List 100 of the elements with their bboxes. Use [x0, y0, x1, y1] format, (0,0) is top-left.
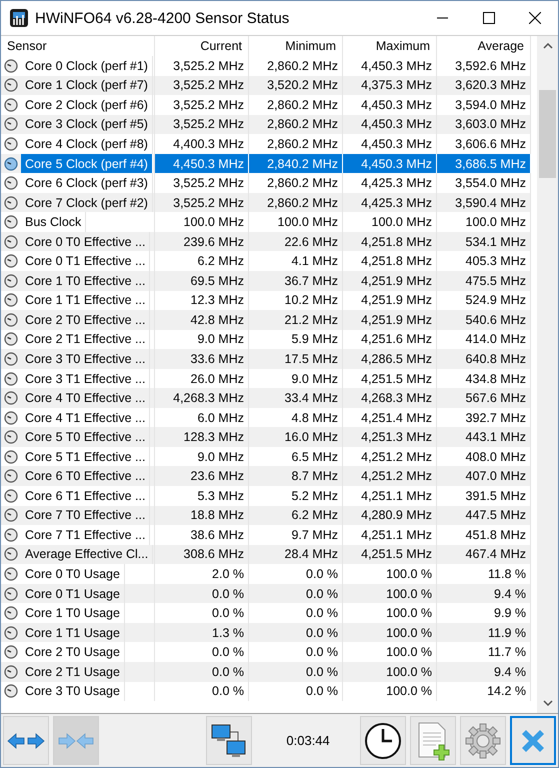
sensor-cell[interactable]: Core 1 T1 Effective ... — [1, 290, 155, 310]
value-cell: 0.0 % — [249, 682, 343, 702]
sensor-cell[interactable]: Core 2 T1 Usage — [1, 662, 155, 682]
value-cell: 475.5 MHz — [437, 271, 531, 291]
value-cell: 524.9 MHz — [437, 290, 531, 310]
collapse-arrows-icon — [57, 730, 96, 750]
maximize-icon — [483, 12, 495, 24]
gauge-icon — [4, 312, 18, 327]
value-cell: 9.0 MHz — [249, 368, 343, 388]
network-button[interactable] — [206, 716, 252, 765]
value-cell: 23.6 MHz — [155, 466, 249, 486]
value-cell: 4,280.9 MHz — [343, 506, 437, 526]
gauge-icon — [4, 508, 18, 522]
gauge-icon — [4, 528, 18, 542]
value-cell: 4,450.3 MHz — [343, 114, 437, 134]
sensor-cell[interactable]: Core 1 T0 Effective ... — [1, 271, 155, 291]
value-cell: 4.8 MHz — [249, 408, 343, 428]
value-cell: 3,590.4 MHz — [437, 192, 531, 212]
sensor-cell[interactable]: Bus Clock — [1, 212, 155, 232]
gauge-icon — [4, 98, 18, 112]
value-cell: 0.0 % — [249, 622, 343, 642]
sensor-cell[interactable]: Core 4 T0 Effective ... — [1, 388, 155, 408]
sensor-cell[interactable]: Core 7 T0 Effective ... — [1, 506, 155, 526]
value-cell: 17.5 MHz — [249, 349, 343, 369]
sensor-cell[interactable]: Core 2 T0 Usage — [1, 642, 155, 662]
value-cell: 640.8 MHz — [437, 349, 531, 369]
value-cell: 69.5 MHz — [155, 271, 249, 291]
value-cell: 10.2 MHz — [249, 290, 343, 310]
value-cell: 0.0 % — [249, 584, 343, 604]
gauge-icon — [4, 547, 18, 562]
gauge-icon — [4, 332, 18, 346]
value-cell: 5.9 MHz — [249, 330, 343, 350]
value-cell: 2,860.2 MHz — [249, 114, 343, 134]
sensor-cell[interactable]: Core 6 T1 Effective ... — [1, 486, 155, 506]
value-cell: 4,251.9 MHz — [343, 290, 437, 310]
value-cell: 4,425.3 MHz — [343, 192, 437, 212]
sensor-cell[interactable]: Core 0 T0 Usage — [1, 564, 155, 584]
value-cell: 4,251.8 MHz — [343, 232, 437, 252]
settings-button[interactable] — [460, 716, 506, 765]
gauge-icon — [4, 117, 18, 132]
value-cell: 467.4 MHz — [437, 544, 531, 564]
sensor-cell[interactable]: Core 0 T1 Usage — [1, 584, 155, 604]
value-cell: 407.0 MHz — [437, 466, 531, 486]
value-cell: 14.2 % — [437, 682, 531, 702]
gauge-icon — [4, 234, 18, 249]
gauge-icon — [4, 430, 18, 444]
gauge-icon — [4, 645, 18, 660]
expand-button[interactable] — [3, 716, 50, 765]
clock-button[interactable] — [360, 716, 406, 765]
value-cell: 4,251.2 MHz — [343, 466, 437, 486]
value-cell: 128.3 MHz — [155, 427, 249, 447]
value-cell: 3,525.2 MHz — [155, 114, 249, 134]
value-cell: 9.4 % — [437, 584, 531, 604]
clock-icon — [364, 722, 402, 760]
gauge-icon — [4, 254, 18, 268]
value-cell: 6.0 MHz — [155, 408, 249, 428]
sensor-cell[interactable]: Core 0 T0 Effective ... — [1, 232, 155, 252]
value-cell: 21.2 MHz — [249, 310, 343, 330]
value-cell: 9.0 MHz — [155, 446, 249, 466]
sensor-cell[interactable]: Core 2 T1 Effective ... — [1, 330, 155, 350]
gauge-icon — [4, 196, 18, 210]
network-computers-icon — [210, 722, 248, 760]
value-cell: 36.7 MHz — [249, 271, 343, 291]
value-cell: 3,620.3 MHz — [437, 76, 531, 96]
value-cell: 540.6 MHz — [437, 310, 531, 330]
value-cell: 3,525.2 MHz — [155, 76, 249, 96]
value-cell: 4,375.3 MHz — [343, 76, 437, 96]
value-cell: 3,520.2 MHz — [249, 76, 343, 96]
value-cell: 4,251.5 MHz — [343, 368, 437, 388]
sensor-cell[interactable]: Core 1 T1 Usage — [1, 622, 155, 642]
value-cell: 239.6 MHz — [155, 232, 249, 252]
value-cell: 567.6 MHz — [437, 388, 531, 408]
value-cell: 4,450.3 MHz — [155, 154, 249, 174]
gauge-icon — [4, 469, 18, 484]
value-cell: 4,251.9 MHz — [343, 310, 437, 330]
elapsed-time: 0:03:44 — [286, 733, 330, 748]
value-cell: 3,686.5 MHz — [437, 154, 531, 174]
gauge-icon — [4, 352, 18, 366]
value-cell: 12.3 MHz — [155, 290, 249, 310]
window-title: HWiNFO64 v6.28-4200 Sensor Status — [35, 10, 290, 26]
sensor-cell[interactable]: Core 1 T0 Usage — [1, 603, 155, 623]
value-cell: 392.7 MHz — [437, 408, 531, 428]
value-cell: 3,525.2 MHz — [155, 192, 249, 212]
value-cell: 2,860.2 MHz — [249, 192, 343, 212]
sensor-cell[interactable]: Core 3 T1 Effective ... — [1, 368, 155, 388]
sensor-cell[interactable]: Core 0 T1 Effective ... — [1, 251, 155, 272]
value-cell: 308.6 MHz — [155, 544, 249, 564]
scroll-thumb[interactable] — [539, 90, 556, 178]
sensor-cell[interactable]: Core 2 T0 Effective ... — [1, 310, 155, 330]
gauge-icon — [4, 274, 18, 288]
sensor-cell[interactable]: Core 3 T0 Effective ... — [1, 349, 155, 369]
sensor-cell[interactable]: Core 4 T1 Effective ... — [1, 408, 155, 428]
value-cell: 4,251.9 MHz — [343, 271, 437, 291]
sensor-cell[interactable]: Core 5 T1 Effective ... — [1, 446, 155, 466]
sensor-cell[interactable]: Core 5 T0 Effective ... — [1, 427, 155, 447]
gauge-icon — [4, 626, 18, 640]
sensor-cell[interactable]: Core 6 T0 Effective ... — [1, 466, 155, 486]
sensor-cell[interactable]: Core 7 T1 Effective ... — [1, 525, 155, 545]
scrollbar[interactable] — [537, 36, 558, 713]
sensor-cell[interactable]: Core 3 T0 Usage — [1, 682, 155, 702]
